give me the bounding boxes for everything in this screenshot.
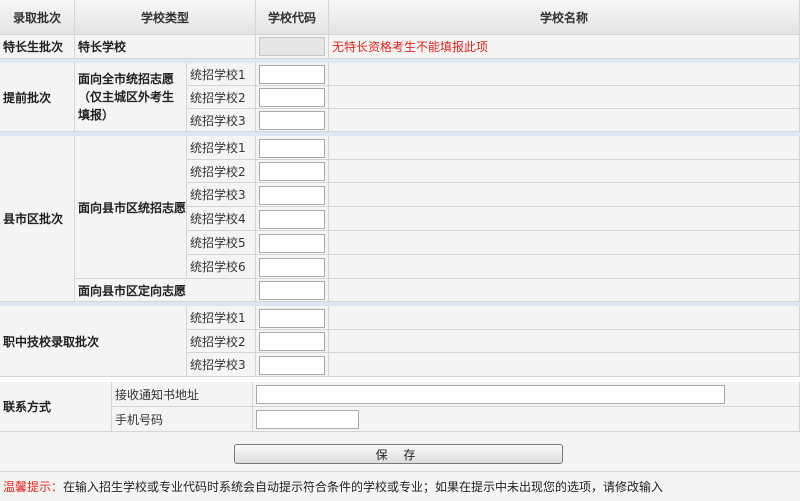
vocational-code-cell-3 [256,353,329,377]
county-name-cell-2 [329,160,800,183]
county-code-input-4[interactable] [259,210,325,229]
county-code-input-3[interactable] [259,186,325,205]
vocational-item-1-label: 统招学校1 [187,306,256,330]
early-name-cell-3 [329,109,800,132]
county-code-input-2[interactable] [259,162,325,181]
county-code-input-1[interactable] [259,139,325,158]
county-name-cell-5 [329,231,800,255]
address-cell [253,382,800,407]
early-type-label: 面向全市统招志愿（仅主城区外考生填报） [75,63,187,132]
county-directed-code-input[interactable] [259,281,325,300]
early-code-cell-2 [256,86,329,109]
vocational-name-cell-2 [329,330,800,353]
special-warning-text: 无特长资格考生不能填报此项 [332,40,489,54]
early-batch-label: 提前批次 [0,63,75,132]
county-name-cell-3 [329,183,800,207]
early-code-cell-3 [256,109,329,132]
vocational-batch-label: 职中技校录取批次 [0,306,187,377]
county-name-cell-6 [329,255,800,279]
county-item-5-label: 统招学校5 [187,231,256,255]
special-code-input[interactable] [259,37,325,56]
address-input[interactable] [256,385,725,404]
early-code-input-2[interactable] [259,88,325,107]
early-code-input-1[interactable] [259,65,325,84]
county-code-cell-2 [256,160,329,183]
vocational-code-cell-1 [256,306,329,330]
county-directed-type-label: 面向县市区定向志愿 [75,279,256,302]
county-name-cell-4 [329,207,800,231]
early-item-3-label: 统招学校3 [187,109,256,132]
special-batch-label: 特长生批次 [0,35,75,59]
county-item-4-label: 统招学校4 [187,207,256,231]
vocational-name-cell-3 [329,353,800,377]
contact-label: 联系方式 [0,382,112,432]
county-code-cell-4 [256,207,329,231]
phone-cell [253,407,800,432]
phone-input[interactable] [256,410,359,429]
vocational-code-input-2[interactable] [259,332,325,351]
county-name-cell-1 [329,136,800,160]
vocational-code-input-1[interactable] [259,309,325,328]
county-code-cell-1 [256,136,329,160]
county-item-6-label: 统招学校6 [187,255,256,279]
early-name-cell-2 [329,86,800,109]
county-code-input-6[interactable] [259,258,325,277]
county-code-cell-5 [256,231,329,255]
special-code-cell [256,35,329,59]
early-code-cell-1 [256,63,329,86]
header-school-name: 学校名称 [329,0,800,35]
early-item-1-label: 统招学校1 [187,63,256,86]
header-batch: 录取批次 [0,0,75,35]
early-item-2-label: 统招学校2 [187,86,256,109]
county-code-cell-6 [256,255,329,279]
early-name-cell-1 [329,63,800,86]
county-item-2-label: 统招学校2 [187,160,256,183]
vocational-code-cell-2 [256,330,329,353]
county-batch-label: 县市区批次 [0,136,75,302]
header-school-type: 学校类型 [75,0,256,35]
county-directed-name-cell [329,279,800,302]
tip-bar: 温馨提示： 在输入招生学校或专业代码时系统会自动提示符合条件的学校或专业；如果在… [0,472,800,501]
address-label: 接收通知书地址 [112,382,253,407]
county-code-input-5[interactable] [259,234,325,253]
special-name-cell: 无特长资格考生不能填报此项 [329,35,800,59]
county-item-1-label: 统招学校1 [187,136,256,160]
volunteer-form: 录取批次 学校类型 学校代码 学校名称 特长生批次 特长学校 无特长资格考生不能… [0,0,800,501]
county-general-type-label: 面向县市区统招志愿 [75,136,187,279]
county-code-cell-3 [256,183,329,207]
vocational-item-2-label: 统招学校2 [187,330,256,353]
county-item-3-label: 统招学校3 [187,183,256,207]
tip-text: 在输入招生学校或专业代码时系统会自动提示符合条件的学校或专业；如果在提示中未出现… [63,480,664,494]
county-directed-code-cell [256,279,329,302]
vocational-code-input-3[interactable] [259,356,325,375]
special-type-label: 特长学校 [75,35,256,59]
vocational-name-cell-1 [329,306,800,330]
header-school-code: 学校代码 [256,0,329,35]
vocational-item-3-label: 统招学校3 [187,353,256,377]
tip-title: 温馨提示： [3,480,64,494]
phone-label: 手机号码 [112,407,253,432]
save-button[interactable]: 保 存 [234,444,563,464]
early-code-input-3[interactable] [259,111,325,130]
